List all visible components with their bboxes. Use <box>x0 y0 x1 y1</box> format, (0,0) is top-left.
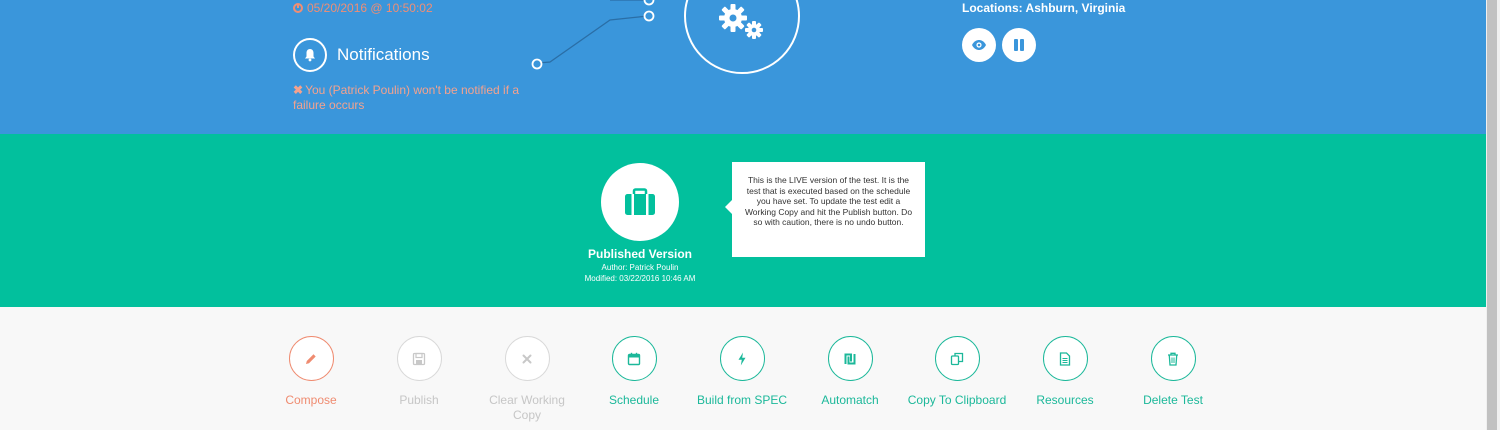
delete-test-label: Delete Test <box>1143 393 1203 407</box>
compose-button[interactable]: Compose <box>261 336 361 408</box>
monitor-controls <box>962 28 1036 62</box>
build-from-spec-button[interactable]: Build from SPEC <box>692 336 792 408</box>
notification-warning-text: You (Patrick Poulin) won't be notified i… <box>293 83 520 112</box>
action-toolbar: Compose Publish Clear Working Copy Sched… <box>0 307 1486 430</box>
last-run-timestamp: 05/20/2016 @ 10:50:02 <box>293 1 433 15</box>
scrollbar-thumb[interactable] <box>1487 0 1497 430</box>
trash-icon <box>1150 336 1196 381</box>
clear-working-copy-label: Clear Working Copy <box>489 393 565 422</box>
copy-icon <box>934 336 980 381</box>
connector-lines <box>531 0 655 70</box>
compose-label: Compose <box>285 393 337 407</box>
test-status-header: 05/20/2016 @ 10:50:02 Notifications ✖ You… <box>0 0 1486 134</box>
publish-label: Publish <box>399 393 439 407</box>
notifications-title: Notifications <box>337 45 430 64</box>
bell-icon <box>293 38 327 72</box>
automatch-label: Automatch <box>821 393 879 407</box>
schedule-button[interactable]: Schedule <box>584 336 684 408</box>
notifications-heading: Notifications <box>293 38 430 72</box>
document-icon <box>1042 336 1088 381</box>
resources-label: Resources <box>1036 393 1094 407</box>
eye-icon <box>972 40 986 50</box>
published-tooltip: This is the LIVE version of the test. It… <box>725 162 925 257</box>
clock-icon <box>293 3 303 13</box>
pencil-icon <box>288 336 334 381</box>
build-from-spec-label: Build from SPEC <box>696 393 788 407</box>
published-version-title: Published Version <box>587 247 693 261</box>
resources-button[interactable]: Resources <box>1015 336 1115 408</box>
clear-working-copy-button[interactable]: Clear Working Copy <box>477 336 577 423</box>
copy-to-clipboard-label: Copy To Clipboard <box>907 393 1007 407</box>
pause-button[interactable] <box>1002 28 1036 62</box>
copy-to-clipboard-button[interactable]: Copy To Clipboard <box>907 336 1007 408</box>
delete-test-button[interactable]: Delete Test <box>1123 336 1223 408</box>
view-button[interactable] <box>962 28 996 62</box>
published-version-section: Published Version Author: Patrick Poulin… <box>0 134 1486 307</box>
locations-text: Locations: Ashburn, Virginia <box>962 1 1126 15</box>
save-icon <box>396 336 442 381</box>
gears-icon <box>684 0 800 74</box>
publish-button[interactable]: Publish <box>369 336 469 408</box>
automatch-button[interactable]: Automatch <box>800 336 900 408</box>
pause-icon <box>1014 39 1024 51</box>
published-author: Author: Patrick Poulin <box>601 263 679 272</box>
notification-warning: ✖ You (Patrick Poulin) won't be notified … <box>293 83 543 113</box>
close-icon <box>504 336 550 381</box>
schedule-label: Schedule <box>608 393 660 407</box>
published-modified: Modified: 03/22/2016 10:46 AM <box>584 274 696 283</box>
last-run-text: 05/20/2016 @ 10:50:02 <box>307 1 433 15</box>
automatch-icon <box>827 336 873 381</box>
calendar-icon <box>611 336 657 381</box>
briefcase-icon <box>601 163 679 241</box>
x-icon: ✖ <box>293 83 304 97</box>
bolt-icon <box>719 336 765 381</box>
